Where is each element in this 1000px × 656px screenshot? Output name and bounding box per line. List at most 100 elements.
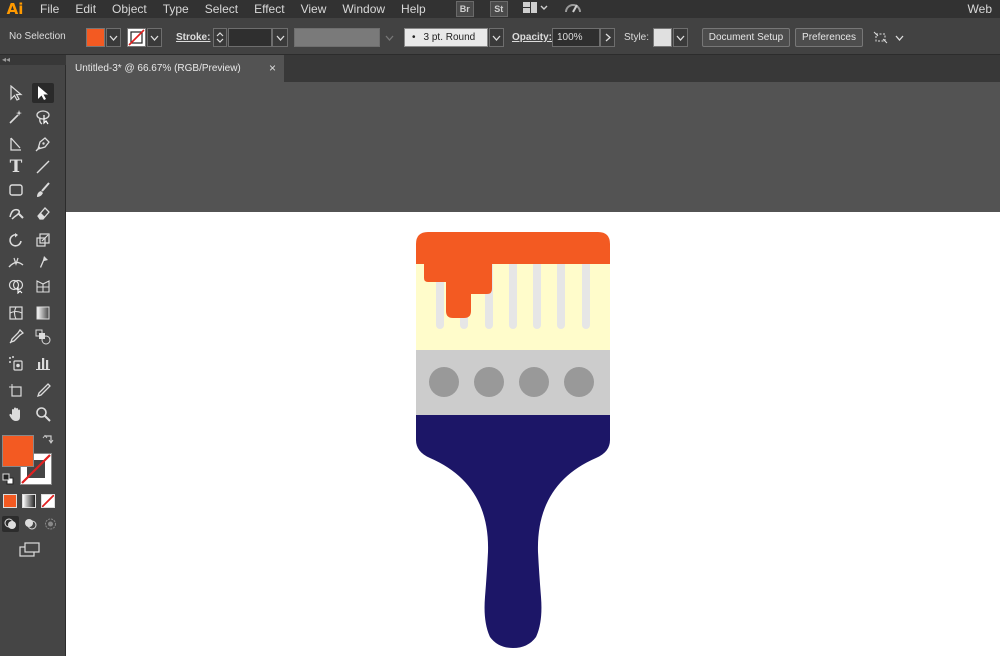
stroke-swatch[interactable] [127,28,146,47]
graphic-style-swatch[interactable] [653,28,672,47]
stock-button[interactable]: St [489,1,508,17]
gradient-mode-button[interactable] [22,494,36,508]
blend-tool-icon[interactable] [32,327,54,347]
none-icon [42,495,54,507]
change-screen-mode-icon[interactable] [18,542,42,558]
gpu-performance-icon[interactable] [562,0,584,19]
chevron-down-icon [385,35,393,41]
eyedropper-icon[interactable] [5,327,27,347]
slice-tool-icon[interactable] [32,381,54,401]
color-mode-button[interactable] [3,494,17,508]
no-stroke-icon [128,29,145,46]
brush-dropdown[interactable] [489,28,504,47]
artboard[interactable] [66,212,1000,656]
line-segment-icon[interactable] [32,157,54,177]
pasteboard [66,82,1000,212]
pen-icon[interactable] [32,134,54,154]
variable-width-dropdown[interactable] [380,28,398,47]
symbol-sprayer-icon[interactable] [5,353,27,373]
direct-selection-tool-icon[interactable] [32,83,54,103]
align-options-dropdown[interactable] [892,28,906,47]
chevron-down-icon [109,35,118,41]
style-dropdown[interactable] [673,28,688,47]
zoom-icon[interactable] [32,404,54,424]
menu-window[interactable]: Window [334,0,393,18]
menu-help[interactable]: Help [393,0,434,18]
menu-type[interactable]: Type [155,0,197,18]
close-icon[interactable]: × [269,61,276,75]
draw-inside-icon[interactable] [42,516,59,532]
hand-icon[interactable] [5,404,27,424]
style-label: Style: [624,32,650,43]
gradient-tool-icon[interactable] [32,303,54,323]
menu-file[interactable]: File [32,0,67,18]
arrange-documents-icon[interactable] [522,1,548,18]
variable-width-profile[interactable] [294,28,380,47]
document-tab-title: Untitled-3* @ 66.67% (RGB/Preview) [75,63,241,74]
stroke-weight-input[interactable] [228,28,272,47]
mesh-tool-icon[interactable] [5,303,27,323]
width-tool-icon[interactable] [5,253,27,273]
rectangle-icon[interactable] [5,180,27,200]
panel-collapse-icon[interactable]: ◂◂ [0,55,66,65]
brush-dot: • [412,32,416,43]
menu-select[interactable]: Select [197,0,246,18]
eraser-icon[interactable] [32,203,54,223]
align-options-icon[interactable] [872,28,890,47]
opacity-slider-toggle[interactable] [600,28,615,47]
opacity-input[interactable]: 100% [552,28,600,47]
menu-effect[interactable]: Effect [246,0,292,18]
menu-edit[interactable]: Edit [67,0,104,18]
stroke-dropdown[interactable] [147,28,162,47]
rotate-icon[interactable] [5,230,27,250]
type-tool-glyph: T [9,157,23,177]
draw-behind-icon[interactable] [22,516,39,532]
app-logo: Ai [6,0,24,18]
shaper-tool-icon[interactable] [5,203,27,223]
control-bar: No Selection Stroke: • 3 pt. Round Opaci… [0,18,1000,55]
fill-swatch[interactable] [86,28,105,47]
paintbrush-artwork [416,232,610,648]
menu-object[interactable]: Object [104,0,155,18]
document-setup-button[interactable]: Document Setup [702,28,790,47]
document-tab[interactable]: Untitled-3* @ 66.67% (RGB/Preview) × [66,55,284,82]
draw-normal-icon[interactable] [2,516,19,532]
chevron-down-icon [276,35,284,41]
artboard-tool-icon[interactable] [5,381,27,401]
chevron-down-icon [492,35,501,41]
puppet-warp-icon[interactable] [32,253,54,273]
paintbrush-icon[interactable] [32,180,54,200]
shape-builder-icon[interactable] [5,276,27,296]
perspective-grid-icon[interactable] [32,276,54,296]
scale-icon[interactable] [32,230,54,250]
stroke-label[interactable]: Stroke: [176,32,210,43]
brush-handle[interactable] [416,415,610,648]
selection-tool-icon[interactable] [5,83,27,103]
document-tab-strip: Untitled-3* @ 66.67% (RGB/Preview) × [66,55,1000,82]
menu-view[interactable]: View [293,0,335,18]
fill-color-box[interactable] [2,435,34,467]
brush-definition[interactable]: • 3 pt. Round [404,28,488,47]
type-icon[interactable]: T [5,157,27,177]
workspace-switcher[interactable]: Web [968,0,992,18]
none-mode-button[interactable] [41,494,55,508]
chevron-down-icon [150,35,159,41]
swap-fill-stroke-icon[interactable] [42,434,54,446]
tools-panel: ◂◂ T [0,55,66,656]
preferences-button[interactable]: Preferences [795,28,863,47]
chevron-right-icon [605,33,611,42]
default-fill-stroke-icon[interactable] [2,473,14,485]
stroke-weight-stepper[interactable] [213,28,227,47]
chevron-down-icon [676,35,685,41]
fill-dropdown[interactable] [106,28,121,47]
menu-bar: Ai File Edit Object Type Select Effect V… [0,0,1000,18]
magic-wand-icon[interactable] [5,107,27,127]
lasso-icon[interactable] [32,107,54,127]
chevron-down-icon [895,35,903,41]
column-graph-icon[interactable] [32,353,54,373]
stroke-weight-dropdown[interactable] [272,28,288,47]
bridge-button[interactable]: Br [455,1,474,17]
brush-definition-label: 3 pt. Round [423,32,476,43]
anchor-point-tool-icon[interactable] [5,134,27,154]
opacity-label[interactable]: Opacity: [512,32,552,43]
